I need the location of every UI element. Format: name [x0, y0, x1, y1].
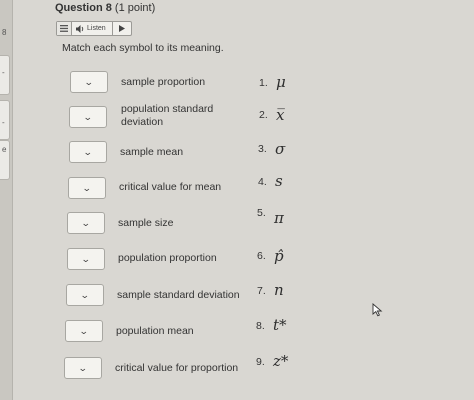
chevron-down-icon: ⌄	[81, 217, 91, 228]
symbol-5: π	[274, 209, 284, 227]
left-mark-3: -	[2, 118, 5, 127]
match-dropdown-6[interactable]: ⌄	[67, 248, 105, 270]
chevron-down-icon: ⌄	[79, 325, 89, 336]
chevron-down-icon: ⌄	[82, 182, 92, 193]
listen-toolbar: Listen	[56, 21, 132, 36]
symbol-number-3: 3.	[258, 143, 267, 155]
symbol-number-7: 7.	[257, 285, 266, 297]
match-dropdown-3[interactable]: ⌄	[69, 141, 107, 163]
question-points: (1 point)	[114, 2, 156, 14]
meaning-label-2: population standard deviation	[121, 103, 214, 128]
meaning-label-6: population proportion	[118, 252, 217, 264]
meaning-label-8: population mean	[116, 325, 194, 337]
symbol-number-8: 8.	[256, 320, 265, 332]
symbol-number-6: 6.	[257, 250, 266, 262]
play-icon	[118, 25, 125, 32]
speaker-icon	[76, 24, 84, 33]
match-dropdown-2[interactable]: ⌄	[69, 106, 107, 128]
symbol-9: z*	[273, 352, 289, 370]
symbol-7: n	[274, 281, 284, 299]
meaning-label-3: sample mean	[120, 146, 184, 158]
symbol-number-1: 1.	[259, 77, 268, 89]
meaning-label-9: critical value for proportion	[115, 362, 239, 374]
left-mark-4: e	[2, 145, 7, 154]
chevron-down-icon: ⌄	[83, 111, 93, 122]
meaning-label-1: sample proportion	[121, 76, 206, 88]
chevron-down-icon: ⌄	[83, 146, 93, 157]
symbol-3: σ	[275, 140, 286, 158]
match-dropdown-5[interactable]: ⌄	[67, 212, 105, 234]
match-dropdown-4[interactable]: ⌄	[68, 177, 106, 199]
symbol-1: μ	[276, 73, 286, 91]
play-button[interactable]	[113, 22, 131, 35]
match-dropdown-8[interactable]: ⌄	[65, 320, 103, 342]
left-mark-2: -	[2, 68, 5, 77]
symbol-number-9: 9.	[256, 356, 265, 368]
match-dropdown-9[interactable]: ⌄	[64, 357, 102, 379]
listen-button[interactable]: Listen	[72, 22, 113, 35]
symbol-number-4: 4.	[258, 176, 267, 188]
match-dropdown-1[interactable]: ⌄	[70, 71, 108, 93]
left-mark-1: 8	[2, 28, 7, 37]
chevron-down-icon: ⌄	[78, 362, 88, 373]
symbol-4: s	[275, 172, 283, 190]
symbol-8: t*	[273, 316, 287, 334]
meaning-label-7: sample standard deviation	[117, 289, 240, 301]
chevron-down-icon: ⌄	[81, 253, 91, 264]
chevron-down-icon: ⌄	[80, 289, 90, 300]
symbol-number-5: 5.	[257, 207, 266, 219]
question-number: Question 8	[55, 2, 112, 14]
symbol-2: x̅	[276, 106, 285, 124]
mouse-pointer-icon	[372, 303, 383, 317]
hamburger-icon	[60, 25, 68, 32]
match-dropdown-7[interactable]: ⌄	[66, 284, 104, 306]
symbol-number-2: 2.	[259, 109, 268, 121]
question-title: Question 8 (1 point)	[55, 2, 155, 14]
symbol-6: p̂	[274, 247, 284, 265]
listen-label: Listen	[87, 25, 106, 32]
listen-menu-button[interactable]	[57, 22, 72, 35]
instructions-text: Match each symbol to its meaning.	[62, 42, 224, 54]
meaning-label-5: sample size	[118, 217, 174, 229]
chevron-down-icon: ⌄	[84, 76, 94, 87]
meaning-label-4: critical value for mean	[119, 181, 222, 193]
